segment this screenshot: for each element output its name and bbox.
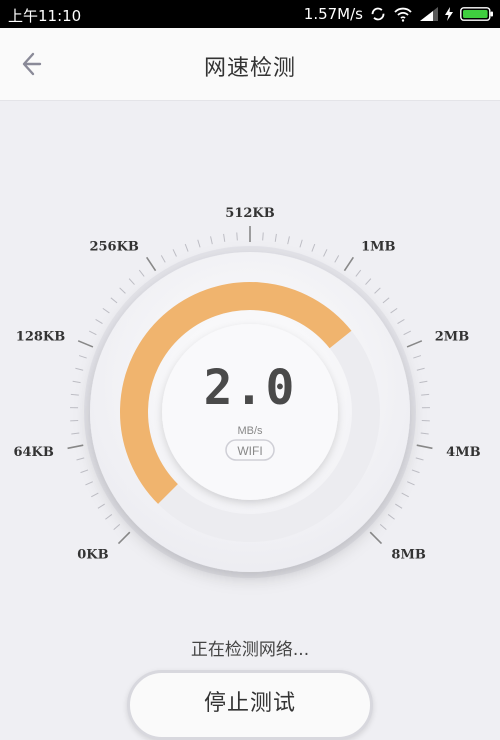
minor-tick xyxy=(185,244,188,251)
gauge-svg: 2.0 MB/s WIFI 0KB 64KB 128KB 256KB 512KB 1MB 2… xyxy=(0,100,500,600)
minor-tick xyxy=(395,504,402,508)
scale-label: 1MB xyxy=(361,240,395,255)
major-tick xyxy=(118,532,129,543)
scale-label: 128KB xyxy=(16,329,65,344)
network-speed: 1.57M/s xyxy=(304,5,363,23)
sync-icon xyxy=(370,6,386,22)
minor-tick xyxy=(380,524,386,529)
minor-tick xyxy=(96,319,103,323)
minor-tick xyxy=(312,244,315,251)
charging-icon xyxy=(445,7,453,21)
wifi-icon xyxy=(393,6,413,22)
minor-tick xyxy=(77,458,85,460)
scale-label: 2MB xyxy=(435,329,469,344)
minor-tick xyxy=(120,288,126,294)
minor-tick xyxy=(111,298,117,303)
scale-label: 0KB xyxy=(77,547,108,562)
minor-tick xyxy=(421,394,429,395)
major-tick xyxy=(344,257,353,270)
speed-unit: MB/s xyxy=(237,425,263,437)
minor-tick xyxy=(383,298,389,303)
minor-tick xyxy=(198,240,200,248)
major-tick xyxy=(417,445,433,448)
stop-test-button[interactable]: 停止测试 xyxy=(127,670,373,740)
minor-tick xyxy=(417,368,425,370)
minor-tick xyxy=(375,288,381,294)
minor-tick xyxy=(412,470,420,473)
header-bar: 网速检测 xyxy=(0,28,500,101)
minor-tick xyxy=(81,470,89,473)
minor-tick xyxy=(161,255,165,262)
minor-tick xyxy=(98,504,105,508)
minor-tick xyxy=(224,234,225,242)
scale-label: 64KB xyxy=(13,445,53,460)
minor-tick xyxy=(402,493,409,497)
minor-tick xyxy=(275,234,276,242)
minor-tick xyxy=(75,368,83,370)
minor-tick xyxy=(73,381,81,382)
status-right: 1.57M/s xyxy=(304,3,494,25)
minor-tick xyxy=(413,356,421,359)
minor-tick xyxy=(89,331,96,335)
minor-tick xyxy=(356,270,361,276)
minor-tick xyxy=(407,482,414,485)
scale-label: 512KB xyxy=(225,206,274,221)
major-tick xyxy=(147,257,156,270)
scale-label: 256KB xyxy=(89,240,138,255)
minor-tick xyxy=(103,308,110,313)
minor-tick xyxy=(211,236,213,244)
speed-value: 2.0 xyxy=(204,360,297,416)
minor-tick xyxy=(79,356,87,359)
status-time: 上午11:10 xyxy=(8,5,81,26)
scale-label: 8MB xyxy=(391,547,425,562)
major-tick xyxy=(68,445,84,448)
minor-tick xyxy=(391,308,398,313)
minor-tick xyxy=(300,240,302,248)
major-tick xyxy=(78,341,93,347)
scale-label: 4MB xyxy=(446,445,480,460)
network-type: WIFI xyxy=(237,444,262,458)
minor-tick xyxy=(421,433,429,434)
major-tick xyxy=(370,532,381,543)
minor-tick xyxy=(288,236,290,244)
minor-tick xyxy=(114,524,120,529)
minor-tick xyxy=(91,493,98,497)
signal-icon xyxy=(420,7,438,21)
minor-tick xyxy=(105,514,111,519)
status-bar: 上午11:10 1.57M/s xyxy=(0,0,500,28)
major-tick xyxy=(407,341,422,347)
page-title: 网速检测 xyxy=(0,50,500,82)
minor-tick xyxy=(366,279,371,285)
minor-tick xyxy=(388,514,394,519)
minor-tick xyxy=(419,381,427,382)
battery-icon xyxy=(460,7,494,21)
speed-gauge: 2.0 MB/s WIFI 0KB 64KB 128KB 256KB 512KB 1MB 2… xyxy=(0,100,500,600)
minor-tick xyxy=(85,482,92,485)
testing-status: 正在检测网络... xyxy=(0,635,500,660)
minor-tick xyxy=(404,331,411,335)
minor-tick xyxy=(173,249,176,256)
minor-tick xyxy=(71,433,79,434)
minor-tick xyxy=(129,279,134,285)
minor-tick xyxy=(71,394,79,395)
minor-tick xyxy=(139,270,144,276)
minor-tick xyxy=(324,249,327,256)
minor-tick xyxy=(335,255,339,262)
minor-tick xyxy=(237,232,238,240)
minor-tick xyxy=(263,232,264,240)
minor-tick xyxy=(416,458,424,460)
minor-tick xyxy=(398,319,405,323)
